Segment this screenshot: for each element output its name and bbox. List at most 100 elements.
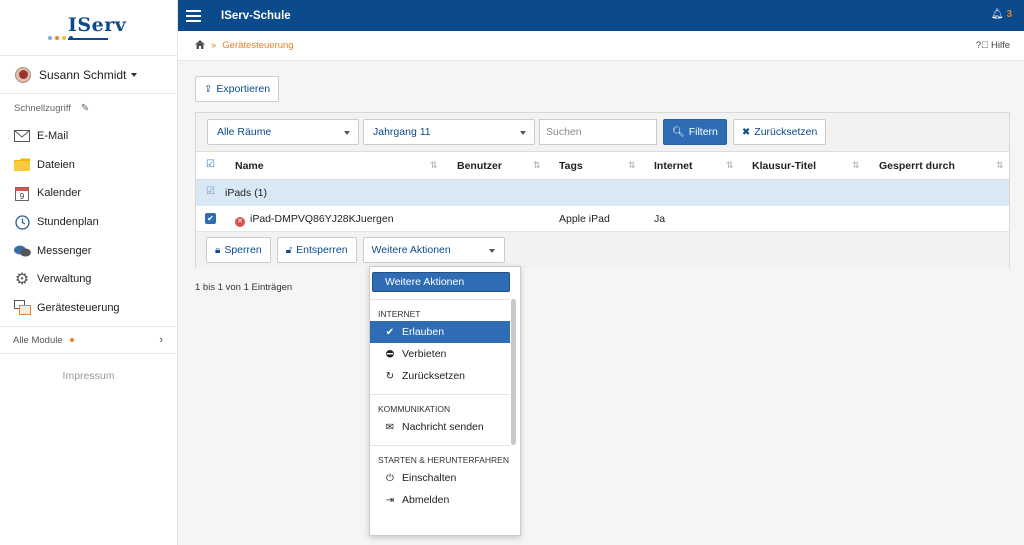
- user-name: Susann Schmidt: [39, 67, 127, 82]
- logout-icon: ⇥: [385, 494, 395, 506]
- notification-count: 3: [1006, 9, 1012, 20]
- table-row[interactable]: ✔ ✕ iPad-DMPVQ86YJ28KJuergen Apple iPad J…: [196, 206, 1009, 232]
- quick-access-label: Schnellzugriff: [14, 102, 71, 114]
- hamburger-icon[interactable]: [186, 9, 201, 22]
- menu-divider: [370, 299, 510, 300]
- column-name[interactable]: Name: [235, 160, 264, 172]
- sort-icon[interactable]: ⇅: [726, 160, 734, 171]
- home-icon[interactable]: [195, 39, 205, 52]
- year-select[interactable]: Jahrgang 11: [363, 119, 535, 145]
- menu-item-label: Erlauben: [402, 326, 445, 338]
- topbar: IServ-Schule 🔔︎ 3: [178, 0, 1024, 31]
- caret-down-icon: [131, 72, 138, 77]
- close-icon: ✖: [741, 126, 751, 138]
- quick-access: Schnellzugriff ✎: [0, 94, 177, 122]
- menu-item-send-message[interactable]: ✉ Nachricht senden: [370, 416, 510, 438]
- more-actions-label: Weitere Aktionen: [371, 244, 451, 256]
- sidebar-item-messenger[interactable]: Messenger: [0, 236, 177, 265]
- year-select-value: Jahrgang 11: [373, 126, 431, 138]
- reset-filter-label: Zurücksetzen: [754, 126, 818, 138]
- menu-category-communication: KOMMUNIKATION: [378, 404, 451, 414]
- group-row[interactable]: ☑ iPads (1): [196, 180, 1009, 206]
- sidebar-item-label: Dateien: [37, 158, 75, 171]
- reset-filter-button[interactable]: ✖ Zurücksetzen: [732, 119, 827, 145]
- group-checkbox[interactable]: ☑: [205, 187, 216, 198]
- filter-label: Filtern: [688, 126, 718, 138]
- caret-down-icon: [344, 131, 350, 135]
- user-menu[interactable]: Susann Schmidt: [0, 56, 177, 94]
- sidebar-item-admin[interactable]: ⚙ Verwaltung: [0, 265, 177, 294]
- column-tags[interactable]: Tags: [559, 160, 583, 172]
- menu-item-allow[interactable]: ✔ Erlauben: [370, 321, 510, 343]
- group-label: iPads (1): [225, 187, 267, 199]
- sort-icon[interactable]: ⇅: [533, 160, 541, 171]
- more-actions-menu: Weitere Aktionen INTERNET ✔ Erlauben ⛔︎ …: [369, 266, 521, 536]
- main-content: ⇪ Exportieren Alle Räume Jahrgang 11 🔍︎ …: [178, 61, 1024, 545]
- page-title: IServ-Schule: [221, 9, 291, 22]
- rooms-select[interactable]: Alle Räume: [207, 119, 359, 145]
- filter-button[interactable]: 🔍︎ Filtern: [663, 119, 727, 145]
- column-internet[interactable]: Internet: [654, 160, 693, 172]
- scrollbar-thumb[interactable]: [511, 299, 516, 445]
- unlock-button[interactable]: 🔓︎ Entsperren: [276, 237, 357, 263]
- internet-cell: Ja: [654, 213, 666, 225]
- lock-icon: 🔒︎: [215, 244, 221, 256]
- impressum-link[interactable]: Impressum: [0, 370, 177, 382]
- lock-button[interactable]: 🔒︎ Sperren: [206, 237, 271, 263]
- menu-header[interactable]: Weitere Aktionen: [372, 272, 510, 292]
- menu-item-reset[interactable]: ↻ Zurücksetzen: [370, 365, 510, 387]
- logo[interactable]: IServ: [0, 0, 177, 56]
- chevron-right-icon: ›: [159, 334, 163, 347]
- sidebar-item-device-control[interactable]: Gerätesteuerung: [0, 294, 177, 323]
- sidebar-item-label: Gerätesteuerung: [37, 301, 120, 314]
- menu-item-logout[interactable]: ⇥ Abmelden: [370, 489, 510, 511]
- sidebar-item-timetable[interactable]: Stundenplan: [0, 208, 177, 237]
- column-user[interactable]: Benutzer: [457, 160, 502, 172]
- sidebar-item-email[interactable]: E-Mail: [0, 122, 177, 151]
- notifications[interactable]: 🔔︎ 3: [991, 9, 1012, 20]
- gear-icon: ⚙: [14, 271, 30, 289]
- sidebar-item-label: Kalender: [37, 187, 82, 200]
- device-name-cell[interactable]: ✕ iPad-DMPVQ86YJ28KJuergen: [235, 213, 394, 227]
- menu-item-power-on[interactable]: ⏻ Einschalten: [370, 467, 510, 489]
- export-label: Exportieren: [216, 83, 271, 95]
- menu-divider: [370, 394, 510, 395]
- sidebar-item-label: Verwaltung: [37, 273, 92, 286]
- row-checkbox[interactable]: ✔: [205, 213, 216, 224]
- column-locked-by[interactable]: Gesperrt durch: [879, 160, 955, 172]
- notification-dot-icon: [69, 338, 74, 343]
- check-circle-icon: ✔: [385, 326, 395, 338]
- logo-text: IServ: [68, 14, 127, 36]
- column-exam-title[interactable]: Klausur-Titel: [752, 160, 816, 172]
- sidebar: IServ Susann Schmidt Schnellzugriff ✎ E-…: [0, 0, 178, 545]
- sort-icon[interactable]: ⇅: [628, 160, 636, 171]
- more-actions-button[interactable]: Weitere Aktionen: [362, 237, 505, 263]
- device-name: iPad-DMPVQ86YJ28KJuergen: [250, 213, 394, 225]
- sort-icon[interactable]: ⇅: [430, 160, 438, 171]
- help-link[interactable]: ?⃝ Hilfe: [976, 40, 1010, 51]
- all-modules[interactable]: Alle Module ›: [0, 326, 177, 355]
- breadcrumb-current[interactable]: Gerätesteuerung: [222, 40, 293, 51]
- sidebar-item-calendar[interactable]: 9 Kalender: [0, 179, 177, 208]
- sidebar-item-label: E-Mail: [37, 130, 69, 143]
- menu-category-power: STARTEN & HERUNTERFAHREN: [378, 455, 509, 465]
- breadcrumb-separator: »: [211, 40, 217, 51]
- select-all-checkbox[interactable]: ☑: [205, 160, 216, 171]
- menu-item-label: Zurücksetzen: [402, 370, 466, 382]
- devices-icon: [13, 300, 31, 316]
- action-bar: 🔒︎ Sperren 🔓︎ Entsperren Weitere Aktione…: [196, 232, 1009, 268]
- search-input[interactable]: [539, 119, 657, 145]
- sort-icon[interactable]: ⇅: [852, 160, 860, 171]
- folder-icon: [13, 157, 31, 173]
- help-icon: ?⃝: [975, 40, 989, 51]
- menu-item-deny[interactable]: ⛔︎ Verbieten: [370, 343, 510, 365]
- calendar-icon: 9: [13, 185, 31, 201]
- table-header: ☑ Name ⇅ Benutzer ⇅ Tags ⇅ Internet ⇅ Kl…: [196, 151, 1009, 180]
- export-button[interactable]: ⇪ Exportieren: [195, 76, 280, 102]
- sidebar-item-label: Stundenplan: [37, 216, 99, 229]
- menu-scrollbar[interactable]: [511, 273, 516, 531]
- pencil-icon[interactable]: ✎: [81, 103, 89, 114]
- sort-icon[interactable]: ⇅: [996, 160, 1004, 171]
- sidebar-item-files[interactable]: Dateien: [0, 151, 177, 180]
- offline-icon: ✕: [235, 217, 245, 227]
